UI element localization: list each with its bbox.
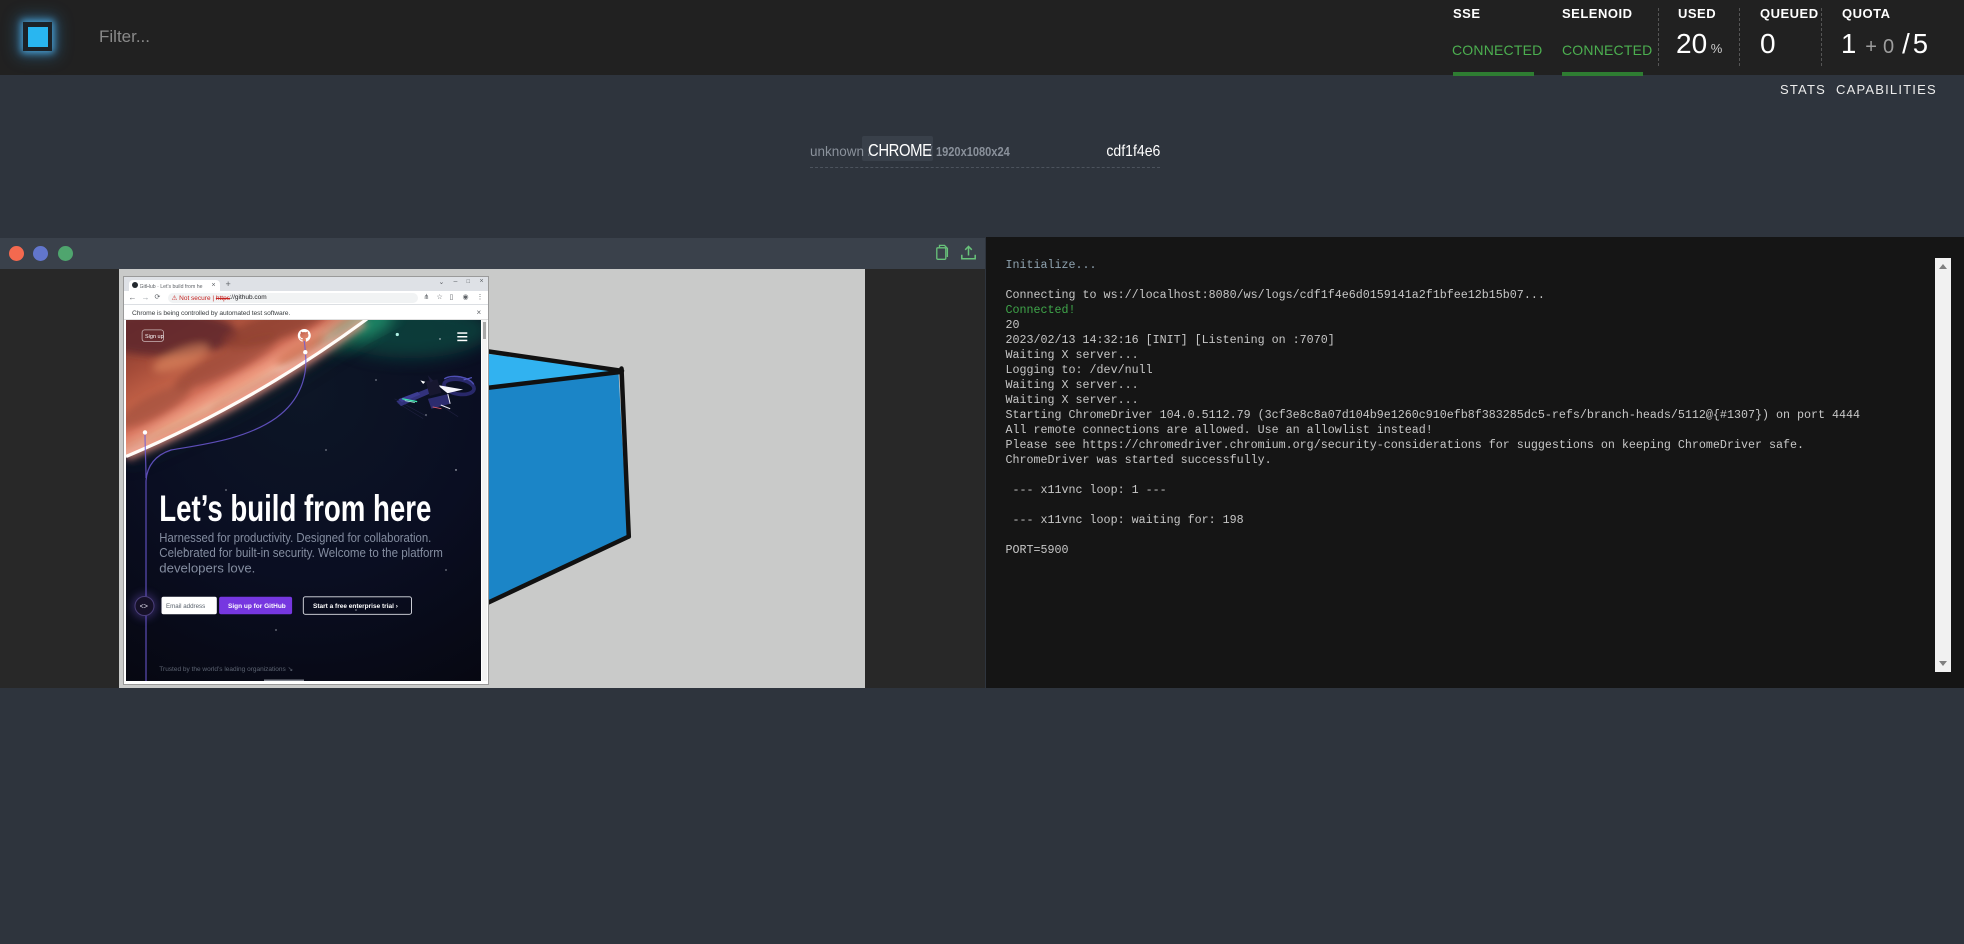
svg-text:Email address: Email address: [166, 602, 205, 609]
svg-text:Start a free enterprise trial: Start a free enterprise trial ›: [313, 603, 398, 610]
svg-text:Sign up: Sign up: [145, 333, 164, 339]
svg-text:Let’s build from here: Let’s build from here: [159, 487, 431, 528]
svg-text:Trusted by the world’s leading: Trusted by the world’s leading organizat…: [159, 666, 293, 673]
svg-text:Celebrated for built-in securi: Celebrated for built-in security. Welcom…: [159, 545, 443, 560]
svg-text:Sign up for GitHub: Sign up for GitHub: [228, 603, 286, 610]
svg-text:<>: <>: [139, 603, 147, 611]
svg-text:Harnessed for productivity. De: Harnessed for productivity. Designed for…: [159, 530, 431, 545]
svg-text:developers love.: developers love.: [159, 560, 255, 575]
